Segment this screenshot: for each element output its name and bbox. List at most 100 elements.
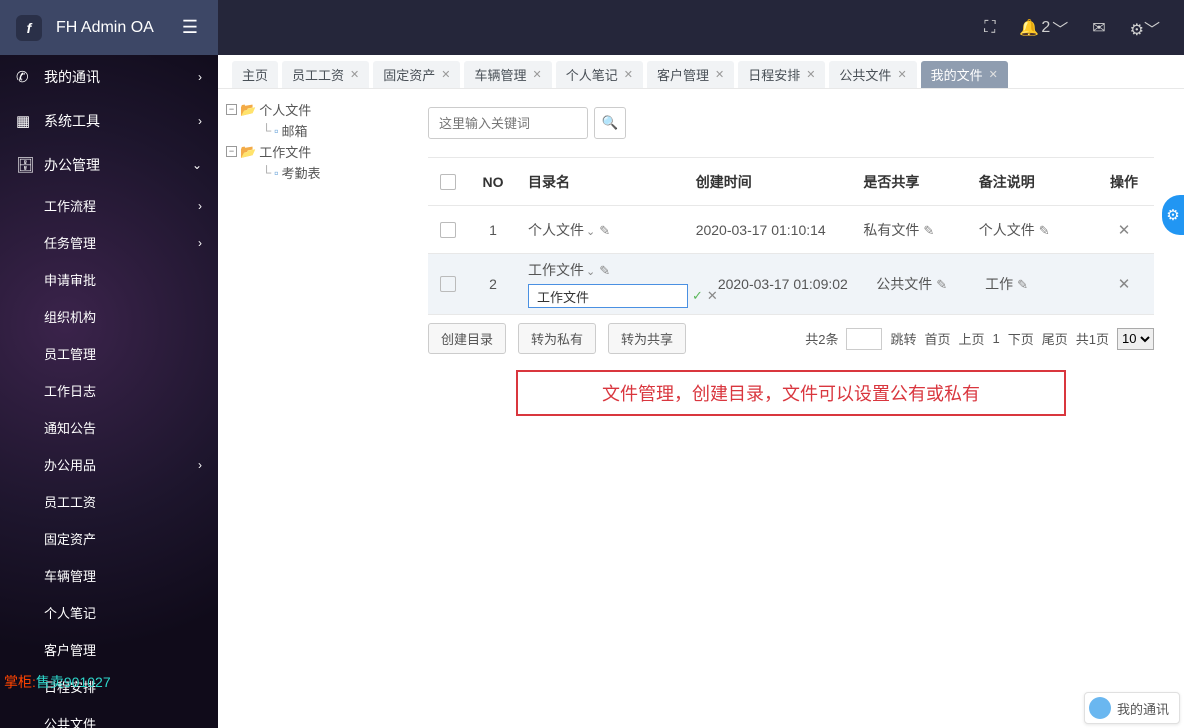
edit-icon[interactable]: ✎ bbox=[1017, 277, 1028, 292]
mail-icon[interactable]: ✉ bbox=[1092, 18, 1105, 38]
sidebar-sub-item[interactable]: 固定资产 bbox=[44, 520, 218, 557]
folder-table: NO 目录名 创建时间 是否共享 备注说明 操作 1 个人文件⌄✎ 2020-0… bbox=[428, 157, 1154, 315]
chevron-down-icon[interactable]: ⌄ bbox=[586, 226, 595, 238]
confirm-icon[interactable]: ✓ bbox=[692, 288, 703, 304]
close-icon[interactable]: ✕ bbox=[350, 68, 359, 81]
annotation-note: 文件管理，创建目录，文件可以设置公有或私有 bbox=[516, 370, 1066, 416]
sidebar-sub-item[interactable]: 个人笔记 bbox=[44, 594, 218, 631]
tab[interactable]: 日程安排✕ bbox=[738, 61, 825, 88]
tab[interactable]: 固定资产✕ bbox=[373, 61, 460, 88]
gear-icon[interactable]: ⚙﹀ bbox=[1130, 16, 1160, 40]
first-page[interactable]: 首页 bbox=[924, 329, 950, 348]
sidebar-item-contacts[interactable]: ✆ 我的通讯 › bbox=[0, 55, 218, 99]
tab[interactable]: 主页 bbox=[232, 61, 278, 88]
total-count: 共2条 bbox=[805, 329, 838, 348]
chevron-right-icon: › bbox=[198, 114, 202, 128]
edit-icon[interactable]: ✎ bbox=[936, 277, 947, 292]
bell-icon[interactable]: 🔔2﹀ bbox=[1019, 16, 1068, 40]
content: −📂个人文件 └▫邮箱 −📂工作文件 └▫考勤表 🔍 NO 目录名 创建时间 是… bbox=[218, 89, 1184, 728]
col-remark: 备注说明 bbox=[979, 172, 1094, 192]
chevron-right-icon: › bbox=[198, 458, 202, 472]
sidebar-sub-item[interactable]: 通知公告 bbox=[44, 409, 218, 446]
collapse-icon[interactable]: − bbox=[226, 104, 237, 115]
sidebar-sub-item[interactable]: 员工管理 bbox=[44, 335, 218, 372]
sidebar-sub-item[interactable]: 申请审批 bbox=[44, 261, 218, 298]
logo-icon: f bbox=[16, 15, 42, 41]
tree-node[interactable]: −📂个人文件 bbox=[226, 99, 390, 120]
sidebar-sub-item[interactable]: 公共文件 bbox=[44, 705, 218, 728]
edit-icon[interactable]: ✎ bbox=[1039, 223, 1050, 238]
last-page[interactable]: 尾页 bbox=[1042, 329, 1068, 348]
fullscreen-icon[interactable]: ⛶ bbox=[984, 19, 995, 37]
tab[interactable]: 我的文件✕ bbox=[921, 61, 1008, 88]
delete-button[interactable]: ✕ bbox=[1118, 276, 1131, 293]
inline-editor: ✓ ✕ bbox=[528, 284, 718, 308]
sidebar-sub-item[interactable]: 客户管理 bbox=[44, 631, 218, 668]
sidebar-sub-item[interactable]: 办公用品 › bbox=[44, 446, 218, 483]
collapse-icon[interactable]: − bbox=[226, 146, 237, 157]
page-size-select[interactable]: 10 bbox=[1117, 328, 1154, 350]
tab[interactable]: 员工工资✕ bbox=[282, 61, 369, 88]
sidebar-sub-label: 工作流程 bbox=[44, 196, 96, 215]
page-jump-input[interactable] bbox=[846, 328, 882, 350]
sidebar-sub-label: 办公用品 bbox=[44, 455, 96, 474]
sidebar-item-tools[interactable]: ▦ 系统工具 › bbox=[0, 99, 218, 143]
cancel-icon[interactable]: ✕ bbox=[707, 288, 718, 304]
cell-no: 1 bbox=[468, 222, 518, 238]
select-all-checkbox[interactable] bbox=[440, 174, 456, 190]
cell-remark: 工作✎ bbox=[985, 274, 1094, 294]
close-icon[interactable]: ✕ bbox=[533, 68, 542, 81]
app-title: FH Admin OA bbox=[56, 19, 154, 37]
pagination: 共2条 跳转 首页 上页 1 下页 尾页 共1页 10 bbox=[805, 328, 1154, 350]
menu-toggle-icon[interactable]: ☰ bbox=[178, 13, 202, 42]
sidebar-sub-label: 通知公告 bbox=[44, 418, 96, 437]
create-folder-button[interactable]: 创建目录 bbox=[428, 323, 506, 354]
jump-button[interactable]: 跳转 bbox=[890, 329, 916, 348]
rename-input[interactable] bbox=[528, 284, 688, 308]
chat-widget[interactable]: 我的通讯 bbox=[1084, 692, 1180, 724]
sidebar-item-office[interactable]: 🗄 办公管理 ⌄ bbox=[0, 143, 218, 187]
chevron-right-icon: › bbox=[198, 199, 202, 213]
close-icon[interactable]: ✕ bbox=[989, 68, 998, 81]
cell-share: 私有文件✎ bbox=[863, 220, 978, 240]
sidebar-sub-item[interactable]: 工作日志 bbox=[44, 372, 218, 409]
to-share-button[interactable]: 转为共享 bbox=[608, 323, 686, 354]
tree-node[interactable]: └▫邮箱 bbox=[226, 120, 390, 141]
close-icon[interactable]: ✕ bbox=[897, 68, 906, 81]
close-icon[interactable]: ✕ bbox=[624, 68, 633, 81]
delete-button[interactable]: ✕ bbox=[1118, 222, 1131, 239]
edit-icon[interactable]: ✎ bbox=[599, 223, 610, 238]
close-icon[interactable]: ✕ bbox=[806, 68, 815, 81]
tree-node[interactable]: −📂工作文件 bbox=[226, 141, 390, 162]
search-row: 🔍 bbox=[428, 107, 1154, 139]
tab[interactable]: 车辆管理✕ bbox=[464, 61, 551, 88]
tab[interactable]: 个人笔记✕ bbox=[556, 61, 643, 88]
row-checkbox[interactable] bbox=[440, 276, 456, 292]
sidebar-sub-item[interactable]: 组织机构 bbox=[44, 298, 218, 335]
folder-tree: −📂个人文件 └▫邮箱 −📂工作文件 └▫考勤表 bbox=[218, 89, 398, 728]
tab[interactable]: 客户管理✕ bbox=[647, 61, 734, 88]
search-button[interactable]: 🔍 bbox=[594, 107, 626, 139]
row-checkbox[interactable] bbox=[440, 222, 456, 238]
edit-icon[interactable]: ✎ bbox=[599, 263, 610, 278]
prev-page[interactable]: 上页 bbox=[958, 329, 984, 348]
sidebar-sub-label: 申请审批 bbox=[44, 270, 96, 289]
edit-icon[interactable]: ✎ bbox=[923, 223, 934, 238]
tree-node[interactable]: └▫考勤表 bbox=[226, 162, 390, 183]
sidebar-sub-label: 公共文件 bbox=[44, 714, 96, 728]
sidebar-sub-item[interactable]: 任务管理› bbox=[44, 224, 218, 261]
chevron-down-icon[interactable]: ⌄ bbox=[586, 266, 595, 278]
to-private-button[interactable]: 转为私有 bbox=[518, 323, 596, 354]
sidebar-sub-item[interactable]: 员工工资 bbox=[44, 483, 218, 520]
cell-share: 公共文件✎ bbox=[876, 274, 985, 294]
cell-no: 2 bbox=[468, 276, 518, 292]
sidebar-sub-item[interactable]: 车辆管理 bbox=[44, 557, 218, 594]
tab[interactable]: 公共文件✕ bbox=[829, 61, 916, 88]
sidebar-sub-item[interactable]: 工作流程 › bbox=[44, 187, 218, 224]
tab-bar: 主页员工工资✕固定资产✕车辆管理✕个人笔记✕客户管理✕日程安排✕公共文件✕我的文… bbox=[218, 55, 1184, 89]
close-icon[interactable]: ✕ bbox=[441, 68, 450, 81]
close-icon[interactable]: ✕ bbox=[715, 68, 724, 81]
next-page[interactable]: 下页 bbox=[1008, 329, 1034, 348]
search-input[interactable] bbox=[428, 107, 588, 139]
chevron-down-icon: ⌄ bbox=[192, 158, 202, 172]
